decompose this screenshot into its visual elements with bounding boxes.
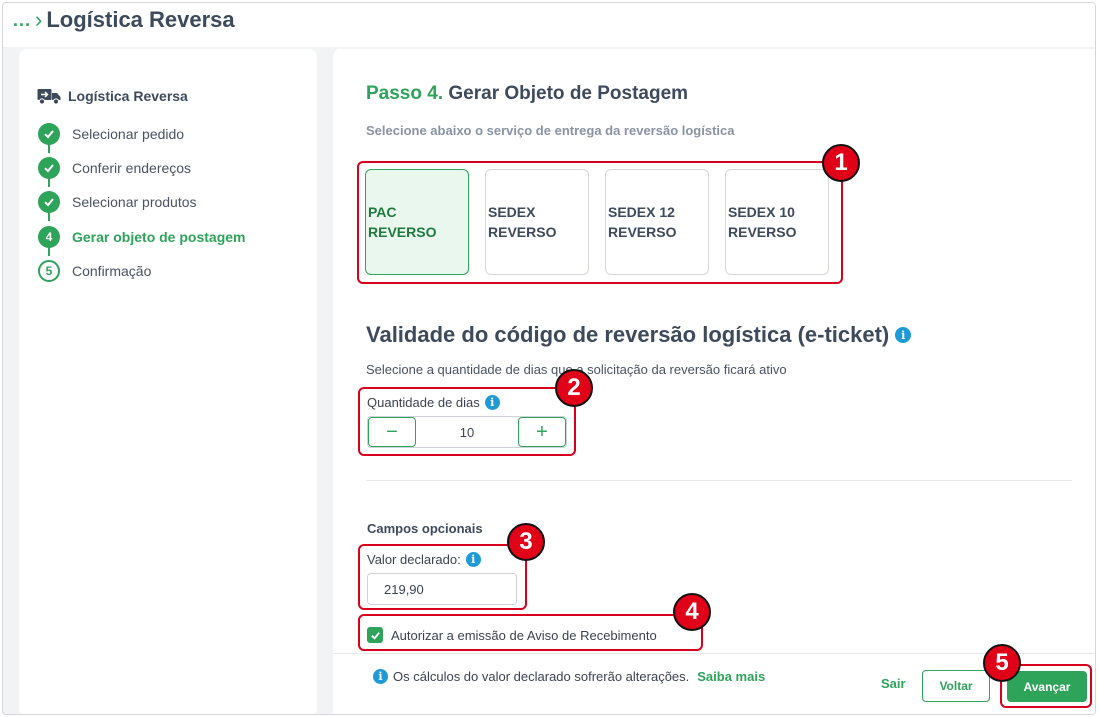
sidebar: Logística Reversa Selecionar pedido Conf… [19, 49, 317, 714]
check-icon [38, 191, 60, 214]
step-label: Confirmação [72, 262, 152, 279]
annotation-box-2 [358, 387, 576, 456]
annotation-badge-4: 4 [673, 593, 711, 631]
step-label: Selecionar produtos [72, 194, 197, 211]
truck-icon [37, 89, 61, 105]
annotation-badge-2: 2 [555, 369, 593, 407]
validity-heading: Validade do código de reversão logística… [366, 322, 912, 348]
service-subtitle: Selecione abaixo o serviço de entrega da… [366, 123, 735, 138]
sair-button[interactable]: Sair [881, 676, 906, 691]
annotation-badge-5: 5 [983, 644, 1021, 682]
annotation-badge-1: 1 [822, 144, 860, 182]
footer-bar: i Os cálculos do valor declarado sofrerã… [333, 644, 1095, 714]
step-number: Passo 4. [366, 83, 444, 104]
annotation-box-1 [357, 161, 843, 284]
annotation-badge-3: 3 [507, 523, 545, 561]
breadcrumb-ellipsis[interactable]: ... [13, 10, 31, 31]
step-confirmacao[interactable]: 5 Confirmação [38, 254, 245, 288]
step-title: Gerar Objeto de Postagem [448, 83, 689, 104]
page-title: Logística Reversa [46, 7, 235, 32]
info-icon: i [373, 669, 388, 684]
annotation-box-4 [358, 614, 703, 651]
validity-title: Validade do código de reversão logística… [366, 322, 890, 347]
main-panel: Passo 4. Gerar Objeto de Postagem Seleci… [333, 49, 1095, 714]
voltar-button[interactable]: Voltar [922, 670, 990, 702]
sidebar-title-label: Logística Reversa [68, 88, 188, 104]
step-number-badge: 5 [38, 259, 60, 282]
breadcrumb: ... › Logística Reversa [13, 7, 235, 33]
step-label: Gerar objeto de postagem [72, 228, 246, 245]
footer-note: i Os cálculos do valor declarado sofrerã… [373, 669, 765, 684]
step-label: Conferir endereços [72, 160, 192, 177]
step-selecionar-produtos[interactable]: Selecionar produtos [38, 185, 245, 222]
saiba-mais-link[interactable]: Saiba mais [697, 669, 765, 684]
step-selecionar-pedido[interactable]: Selecionar pedido [38, 117, 245, 153]
optional-fields-title: Campos opcionais [367, 521, 483, 536]
step-conferir-enderecos[interactable]: Conferir endereços [38, 151, 245, 188]
annotation-box-3 [358, 544, 527, 610]
footer-note-text: Os cálculos do valor declarado sofrerão … [393, 669, 690, 684]
top-bar: ... › Logística Reversa [3, 3, 1095, 47]
step-label: Selecionar pedido [72, 126, 185, 143]
info-icon[interactable]: i [895, 327, 912, 343]
step-gerar-objeto[interactable]: 4 Gerar objeto de postagem [38, 220, 246, 256]
chevron-right-icon: › [35, 7, 43, 32]
app-window: ... › Logística Reversa Logística Revers… [2, 2, 1096, 715]
check-icon [38, 157, 60, 180]
step-number-badge: 4 [38, 225, 60, 248]
sidebar-title: Logística Reversa [37, 87, 188, 105]
stepper-nav: Selecionar pedido Conferir endereços Sel… [38, 117, 245, 288]
check-icon [38, 123, 60, 146]
section-divider [366, 480, 1072, 481]
step-heading: Passo 4. Gerar Objeto de Postagem [366, 83, 688, 105]
